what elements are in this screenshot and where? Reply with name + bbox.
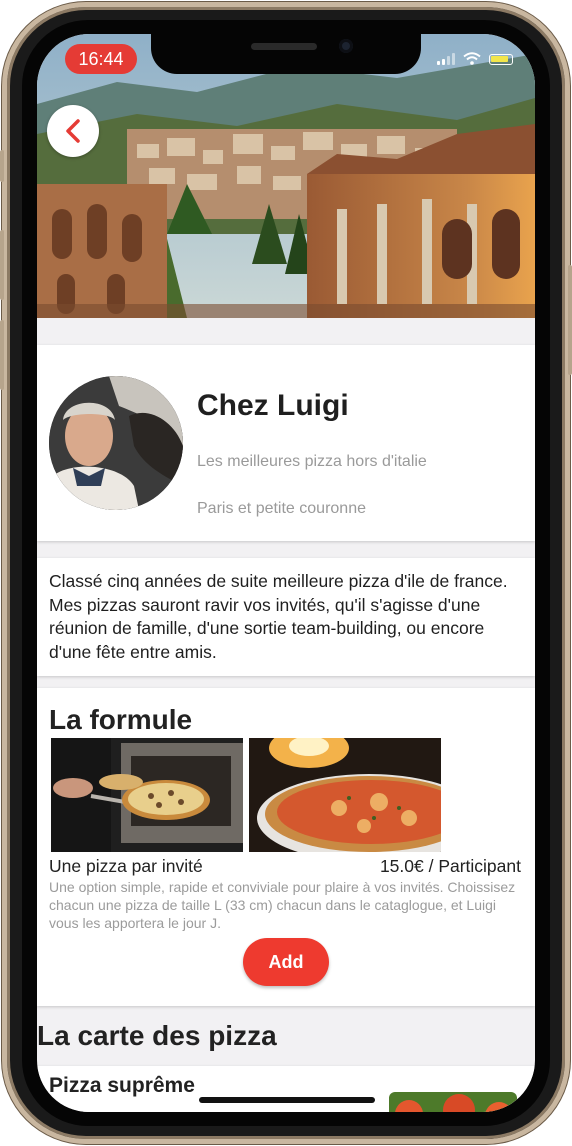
profile-card: Chez Luigi Les meilleures pizza hors d'i… — [37, 345, 535, 541]
front-camera — [339, 39, 353, 53]
chevron-left-icon — [66, 119, 80, 143]
menu-item-card[interactable]: Pizza suprême — [37, 1066, 535, 1112]
menu-item-name: Pizza suprême — [49, 1074, 195, 1097]
notch — [151, 34, 421, 74]
restaurant-name: Chez Luigi — [197, 389, 349, 422]
wifi-icon — [463, 52, 481, 65]
hero-image — [37, 34, 535, 318]
add-button[interactable]: Add — [243, 938, 329, 986]
status-time: 16:44 — [65, 44, 137, 74]
signal-icon — [437, 53, 455, 65]
menu-item-image — [389, 1092, 517, 1112]
power-button — [568, 265, 572, 375]
restaurant-tagline: Les meilleures pizza hors d'italie — [197, 453, 427, 470]
formula-card: La formule Une pizza par invité 15.0€ / … — [37, 688, 535, 1006]
menu-title: La carte des pizza — [37, 1020, 277, 1051]
description-card: Classé cinq années de suite meilleure pi… — [37, 558, 535, 676]
formula-title: La formule — [49, 704, 193, 735]
formula-description: Une option simple, rapide et conviviale … — [49, 879, 516, 932]
formula-image-pizza — [249, 738, 441, 852]
formula-price: 15.0€ / Participant — [379, 856, 521, 876]
app-screen: 16:44 Chez Luigi Les meilleures pizza ho… — [37, 34, 535, 1112]
mute-switch — [0, 150, 4, 182]
formula-image-oven — [51, 738, 243, 852]
volume-up-button — [0, 230, 4, 300]
formula-option-label: Une pizza par invité — [49, 856, 203, 876]
avatar — [49, 376, 183, 510]
home-indicator — [199, 1097, 375, 1103]
restaurant-location: Paris et petite couronne — [197, 500, 366, 517]
speaker — [251, 43, 317, 50]
volume-down-button — [0, 320, 4, 390]
restaurant-description: Classé cinq années de suite meilleure pi… — [49, 571, 508, 662]
battery-icon — [489, 54, 513, 65]
status-icons — [437, 52, 513, 65]
back-button[interactable] — [47, 105, 99, 157]
